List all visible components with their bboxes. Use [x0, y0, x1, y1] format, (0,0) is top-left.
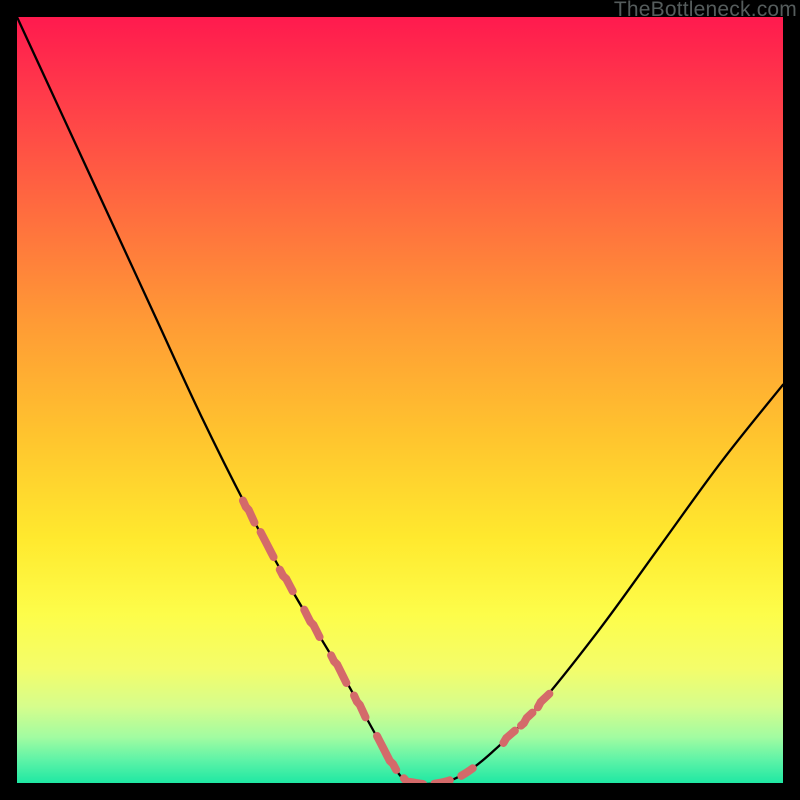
curve-dash: [461, 768, 472, 776]
curve-dash: [538, 694, 549, 708]
curve-dash: [304, 610, 319, 637]
curve-dash: [521, 713, 532, 726]
chart-svg: [17, 17, 783, 783]
curve-dash: [434, 780, 449, 783]
curve-dash: [377, 736, 396, 770]
plot-area: [17, 17, 783, 783]
watermark-text: TheBottleneck.com: [614, 0, 797, 22]
curve-dash-overlay: [243, 501, 549, 783]
curve-dash: [331, 655, 346, 683]
curve-dash: [261, 532, 274, 557]
curve-dash: [404, 778, 423, 783]
curve-dash: [280, 570, 293, 592]
curve-dash: [503, 731, 514, 743]
chart-frame: TheBottleneck.com: [0, 0, 800, 800]
curve-dash: [354, 695, 365, 717]
bottleneck-curve: [17, 17, 783, 783]
curve-dash: [243, 501, 254, 523]
